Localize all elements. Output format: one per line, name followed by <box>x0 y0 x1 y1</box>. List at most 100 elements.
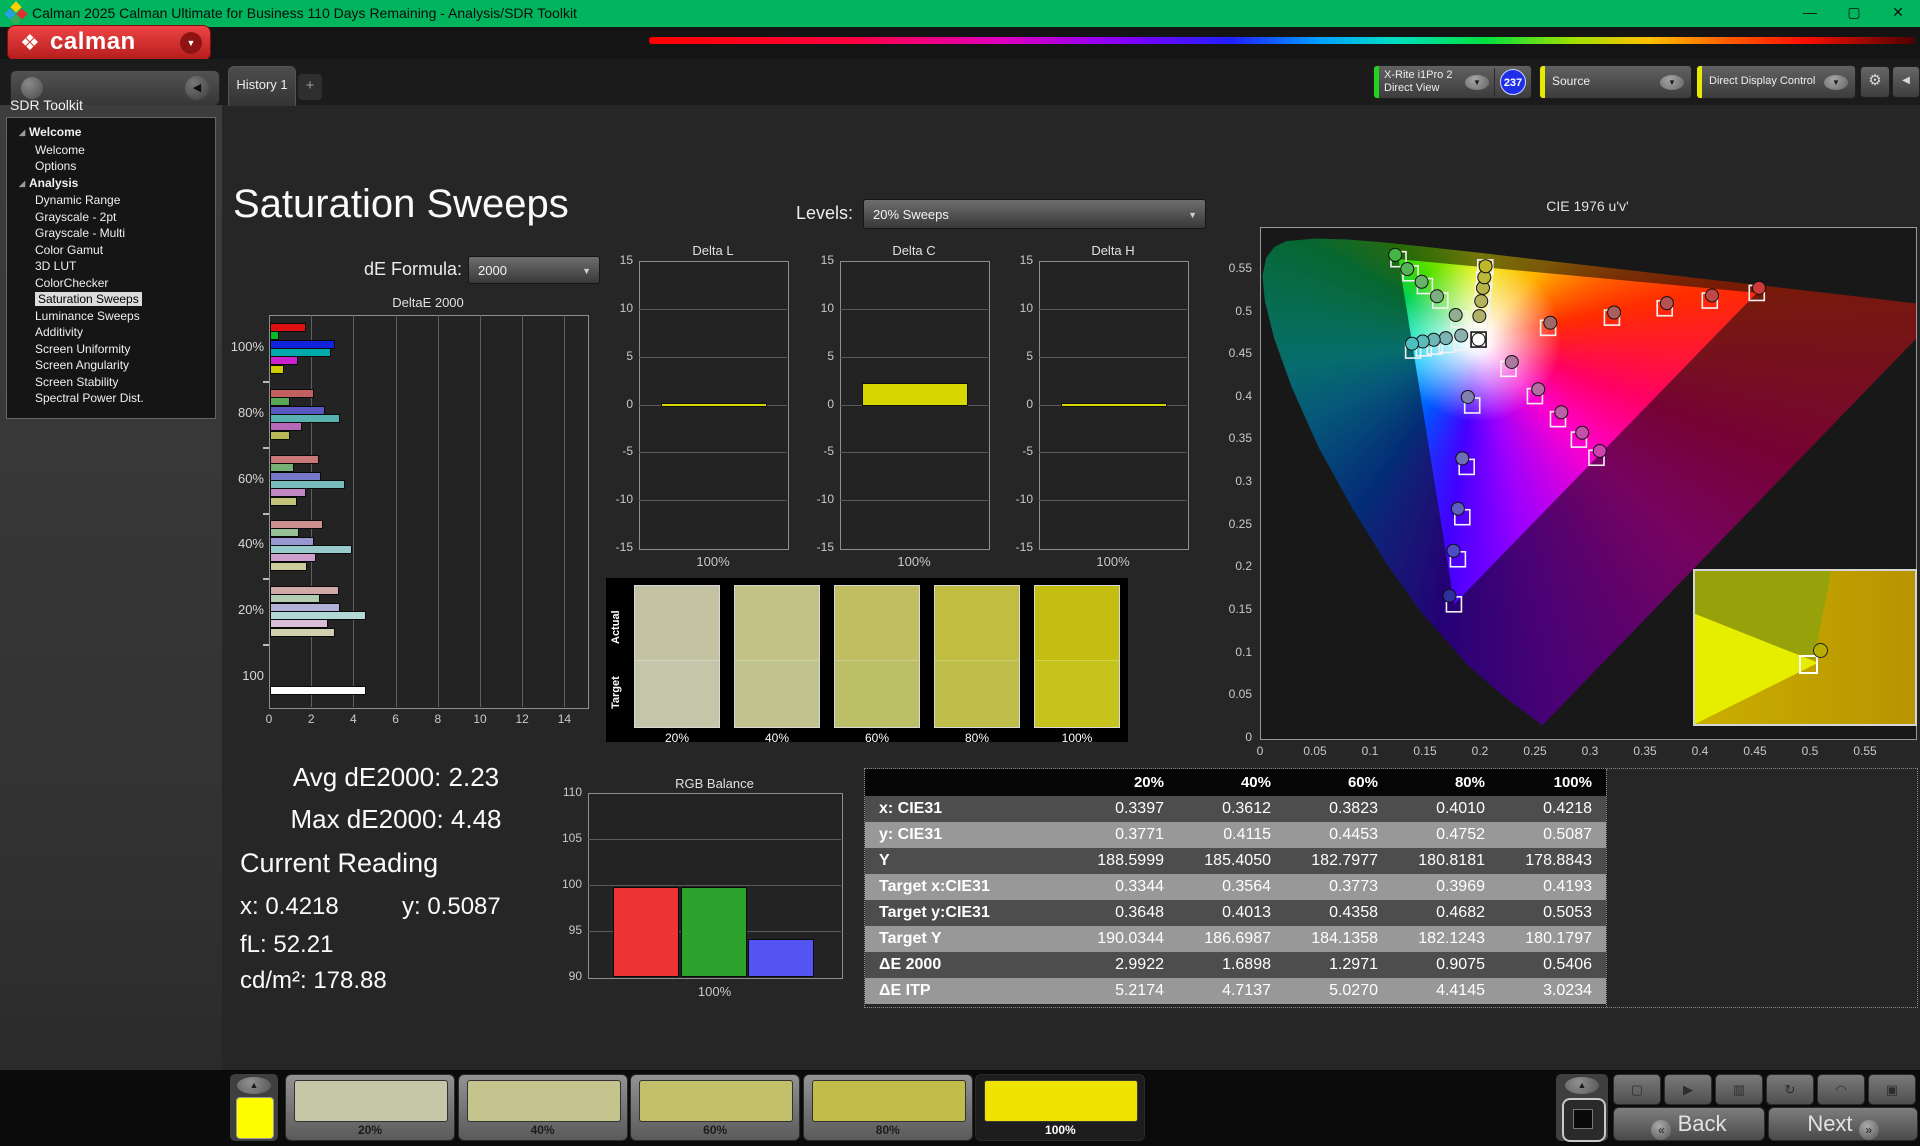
cell-value: 5.0270 <box>1329 982 1378 999</box>
de-formula-select[interactable]: 2000 ▼ <box>468 256 600 284</box>
calman-app-window: Calman 2025 Calman Ultimate for Business… <box>0 0 1920 1146</box>
levels-select[interactable]: 20% Sweeps ▼ <box>863 199 1206 229</box>
close-button[interactable]: ✕ <box>1876 0 1920 27</box>
delta-h-title: Delta H <box>1091 243 1135 258</box>
level-button-60%[interactable]: 60% <box>630 1074 801 1141</box>
cie-ytick: 0.55 <box>1228 260 1252 275</box>
table-row: y: CIE31 0.3771 0.4115 0.4453 0.4752 0.5087 <box>865 822 1606 848</box>
delta-bar <box>1061 402 1167 407</box>
calman-menu-button[interactable]: ❖ calman ▼ <box>7 25 211 61</box>
tab-history-1[interactable]: History 1 <box>228 66 296 106</box>
row-label: ΔE ITP <box>879 982 931 999</box>
deltae-bar <box>270 430 290 440</box>
expand-icon[interactable]: ◢ <box>19 176 29 193</box>
sidebar-item-additivity[interactable]: Additivity <box>7 324 215 341</box>
sidebar-item-dynamic-range[interactable]: Dynamic Range <box>7 192 215 209</box>
delta-ytick: -15 <box>1015 540 1033 554</box>
deltae-xtick: 6 <box>392 712 399 726</box>
sidebar-item-options[interactable]: Options <box>7 158 215 175</box>
delta-ytick: 15 <box>1019 253 1033 267</box>
measurement-table: 20% 40% 60% 80% 100% x: CIE31 0.3397 0.3612 0.38… <box>864 768 1918 1008</box>
stop-button[interactable] <box>1562 1098 1606 1142</box>
sidebar-item-screen-stability[interactable]: Screen Stability <box>7 374 215 391</box>
back-label: Back <box>1677 1111 1727 1136</box>
curve-button[interactable]: ◠ <box>1817 1074 1865 1105</box>
actual-swatch <box>634 585 720 660</box>
table-corner <box>865 769 1071 796</box>
cell-value: 3.0234 <box>1543 982 1592 999</box>
deltae-group-label: 100% <box>230 339 264 354</box>
source-label: Source <box>1552 74 1591 88</box>
collapse-panel-button[interactable]: ◀ <box>1892 66 1920 98</box>
display-control-dropdown[interactable]: Direct Display Control ▼ <box>1696 65 1856 99</box>
table-header: 40% <box>1240 774 1271 791</box>
expand-icon[interactable]: ◢ <box>19 125 29 142</box>
delta-ytick: 5 <box>626 348 633 363</box>
cie-xtick: 0.35 <box>1633 744 1657 758</box>
maximize-button[interactable]: ▢ <box>1832 0 1876 27</box>
sidebar-item-colorchecker[interactable]: ColorChecker <box>7 275 215 292</box>
back-button[interactable]: « Back <box>1613 1107 1765 1141</box>
cell-value: 0.4013 <box>1222 904 1271 921</box>
sidebar-item-welcome[interactable]: ◢ Welcome <box>7 124 215 142</box>
rgb-bar-blue <box>748 939 814 977</box>
target-swatch <box>1034 660 1120 728</box>
levels-button[interactable]: ▥ <box>1715 1074 1763 1105</box>
record-dot-icon[interactable] <box>21 77 43 99</box>
level-button-label: 60% <box>703 1123 728 1137</box>
source-dropdown[interactable]: Source ▼ <box>1539 65 1692 99</box>
cell-value: 1.6898 <box>1222 956 1271 973</box>
cell-value: 0.3648 <box>1115 904 1164 921</box>
transport-up-icon[interactable]: ▲ <box>1565 1077 1599 1094</box>
deltae-group-label: 40% <box>237 536 264 551</box>
sidebar-item-grayscale-multi[interactable]: Grayscale - Multi <box>7 225 215 242</box>
sidebar-item-analysis[interactable]: ◢ Analysis <box>7 175 215 193</box>
target-button[interactable]: ▣ <box>1868 1074 1916 1105</box>
level-button-80%[interactable]: 80% <box>802 1074 973 1141</box>
sidebar-item-luminance-sweeps[interactable]: Luminance Sweeps <box>7 308 215 325</box>
minimize-button[interactable]: — <box>1788 0 1832 27</box>
cie-xtick: 0.1 <box>1361 744 1379 758</box>
actual-label: Actual <box>610 610 622 644</box>
sidebar-item-welcome[interactable]: Welcome <box>7 142 215 159</box>
swatch-label: 40% <box>764 731 790 745</box>
cie-xtick: 0.55 <box>1853 744 1877 758</box>
sidebar-item-spectral-power-dist-[interactable]: Spectral Power Dist. <box>7 390 215 407</box>
patch-panel-up-icon[interactable]: ▲ <box>237 1077 271 1094</box>
row-label: y: CIE31 <box>879 826 943 843</box>
level-button-40%[interactable]: 40% <box>457 1074 628 1141</box>
add-tab-button[interactable]: + <box>298 74 322 100</box>
play-button[interactable]: ▶ <box>1664 1074 1712 1105</box>
meter-name: X-Rite i1Pro 2 <box>1384 69 1453 81</box>
deltae-bar <box>270 686 367 695</box>
settings-button[interactable]: ⚙ <box>1860 66 1890 98</box>
table-header: 100% <box>1553 774 1592 791</box>
sidebar-item-3d-lut[interactable]: 3D LUT <box>7 258 215 275</box>
sidebar-item-screen-angularity[interactable]: Screen Angularity <box>7 357 215 374</box>
actual-swatch <box>734 585 820 660</box>
cell-value: 0.4682 <box>1436 904 1485 921</box>
actual-swatch <box>834 585 920 660</box>
sidebar-item-color-gamut[interactable]: Color Gamut <box>7 242 215 259</box>
delta-l-title: Delta L <box>692 243 734 258</box>
level-button-20%[interactable]: 20% <box>285 1074 455 1141</box>
sidebar-item-grayscale-2pt[interactable]: Grayscale - 2pt <box>7 209 215 226</box>
delta-ytick: -5 <box>823 444 834 459</box>
sidebar-title: SDR Toolkit <box>10 97 83 113</box>
cell-value: 0.4193 <box>1543 878 1592 895</box>
sidebar-item-saturation-sweeps[interactable]: Saturation Sweeps <box>7 291 215 308</box>
loop-button[interactable]: ↻ <box>1766 1074 1814 1105</box>
cell-value: 182.7977 <box>1311 852 1378 869</box>
rgb-balance-xlabel: 100% <box>697 984 732 999</box>
swatch-label: 80% <box>964 731 990 745</box>
delta-ytick: -5 <box>622 444 633 459</box>
next-button[interactable]: Next » <box>1768 1107 1918 1141</box>
zoom-inset <box>1693 569 1917 726</box>
meter-dropdown[interactable]: X-Rite i1Pro 2 Direct View ▼ 237 <box>1373 65 1532 99</box>
sidebar-item-screen-uniformity[interactable]: Screen Uniformity <box>7 341 215 358</box>
level-button-label: 100% <box>1045 1123 1076 1137</box>
collapse-sidebar-icon[interactable]: ◀ <box>185 76 209 100</box>
actual-swatch <box>1034 585 1120 660</box>
screen-button[interactable]: ▢ <box>1613 1074 1661 1105</box>
level-button-100%[interactable]: 100% <box>975 1074 1146 1141</box>
